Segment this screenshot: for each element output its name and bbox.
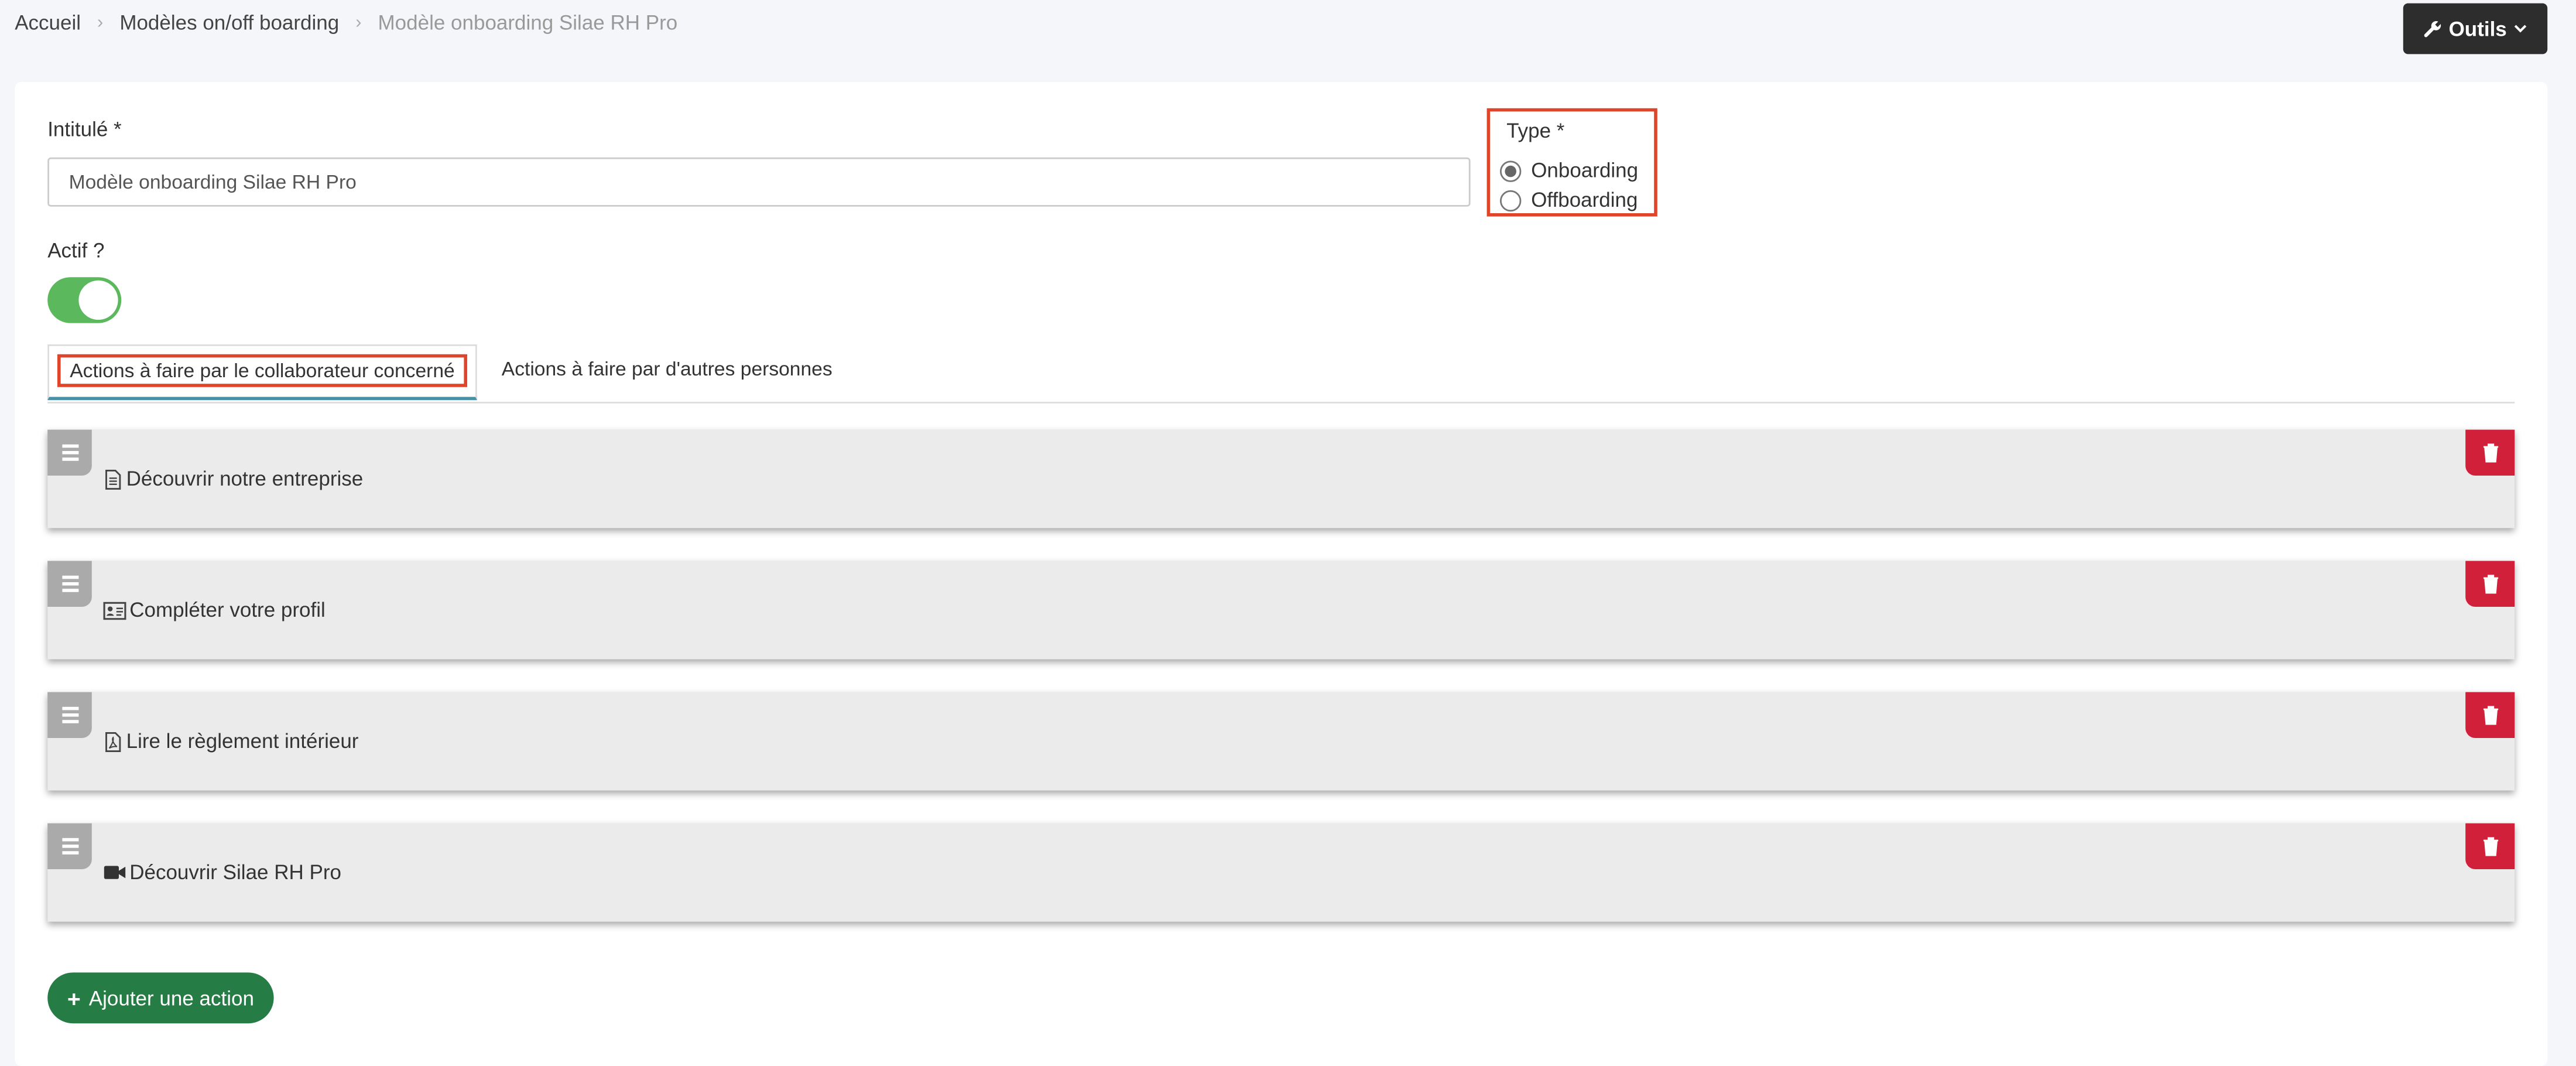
wrench-icon (2424, 20, 2441, 37)
type-option-onboarding[interactable]: Onboarding (1500, 159, 1638, 182)
breadcrumb: Accueil › Modèles on/off boarding › Modè… (15, 12, 677, 35)
action-label: Compléter votre profil (129, 599, 326, 622)
drag-handle-icon[interactable] (47, 823, 92, 869)
chevron-down-icon (2515, 25, 2527, 33)
trash-icon[interactable] (2465, 823, 2515, 869)
action-label: Découvrir Silae RH Pro (129, 861, 342, 884)
video-icon (104, 866, 126, 879)
action-title: Découvrir notre entreprise (103, 467, 363, 490)
radio-onboarding[interactable] (1500, 160, 1522, 182)
radio-onboarding-label: Onboarding (1531, 159, 1639, 182)
action-item[interactable]: Découvrir Silae RH Pro (47, 823, 2515, 922)
drag-handle-icon[interactable] (47, 429, 92, 476)
toggle-knob (78, 280, 118, 320)
title-input[interactable] (47, 157, 1471, 207)
add-action-button[interactable]: + Ajouter une action (47, 972, 274, 1024)
drag-handle-icon[interactable] (47, 561, 92, 607)
document-icon (105, 469, 121, 489)
radio-offboarding-label: Offboarding (1531, 189, 1638, 212)
active-label: Actif ? (47, 239, 105, 262)
id-card-icon (103, 601, 126, 619)
type-option-offboarding[interactable]: Offboarding (1500, 189, 1638, 211)
tools-button[interactable]: Outils (2403, 3, 2548, 54)
page: Accueil › Modèles on/off boarding › Modè… (0, 0, 2575, 1066)
trash-icon[interactable] (2465, 561, 2515, 607)
tab-other-people-actions[interactable]: Actions à faire par d'autres personnes (502, 357, 833, 380)
breadcrumb-models[interactable]: Modèles on/off boarding (119, 12, 339, 35)
pdf-file-icon (105, 731, 121, 751)
type-radio-group: Type * Onboarding Offboarding (1486, 108, 1657, 217)
breadcrumb-home[interactable]: Accueil (15, 12, 81, 35)
tab-collaborator-actions-label: Actions à faire par le collaborateur con… (57, 354, 467, 387)
breadcrumb-current: Modèle onboarding Silae RH Pro (378, 11, 678, 35)
trash-icon[interactable] (2465, 692, 2515, 738)
action-item[interactable]: Compléter votre profil (47, 561, 2515, 660)
action-item[interactable]: Découvrir notre entreprise (47, 429, 2515, 528)
action-item[interactable]: Lire le règlement intérieur (47, 692, 2515, 791)
drag-handle-icon[interactable] (47, 692, 92, 738)
add-action-label: Ajouter une action (88, 986, 254, 1010)
action-label: Lire le règlement intérieur (126, 730, 359, 753)
chevron-right-icon: › (355, 13, 362, 33)
form-card: Intitulé * Type * Onboarding Offboarding… (15, 82, 2548, 1066)
tools-label: Outils (2448, 17, 2507, 40)
action-label: Découvrir notre entreprise (126, 467, 364, 491)
radio-offboarding[interactable] (1500, 189, 1522, 211)
active-toggle[interactable] (47, 277, 122, 323)
plus-icon: + (67, 985, 81, 1012)
action-title: Découvrir Silae RH Pro (103, 861, 341, 884)
tabs: Actions à faire par le collaborateur con… (47, 344, 2515, 404)
chevron-right-icon: › (97, 13, 104, 33)
action-title: Compléter votre profil (103, 599, 326, 622)
tab-collaborator-actions[interactable]: Actions à faire par le collaborateur con… (47, 344, 477, 401)
trash-icon[interactable] (2465, 429, 2515, 476)
action-title: Lire le règlement intérieur (103, 730, 359, 753)
title-label: Intitulé * (47, 118, 122, 141)
type-label: Type * (1506, 119, 1565, 143)
